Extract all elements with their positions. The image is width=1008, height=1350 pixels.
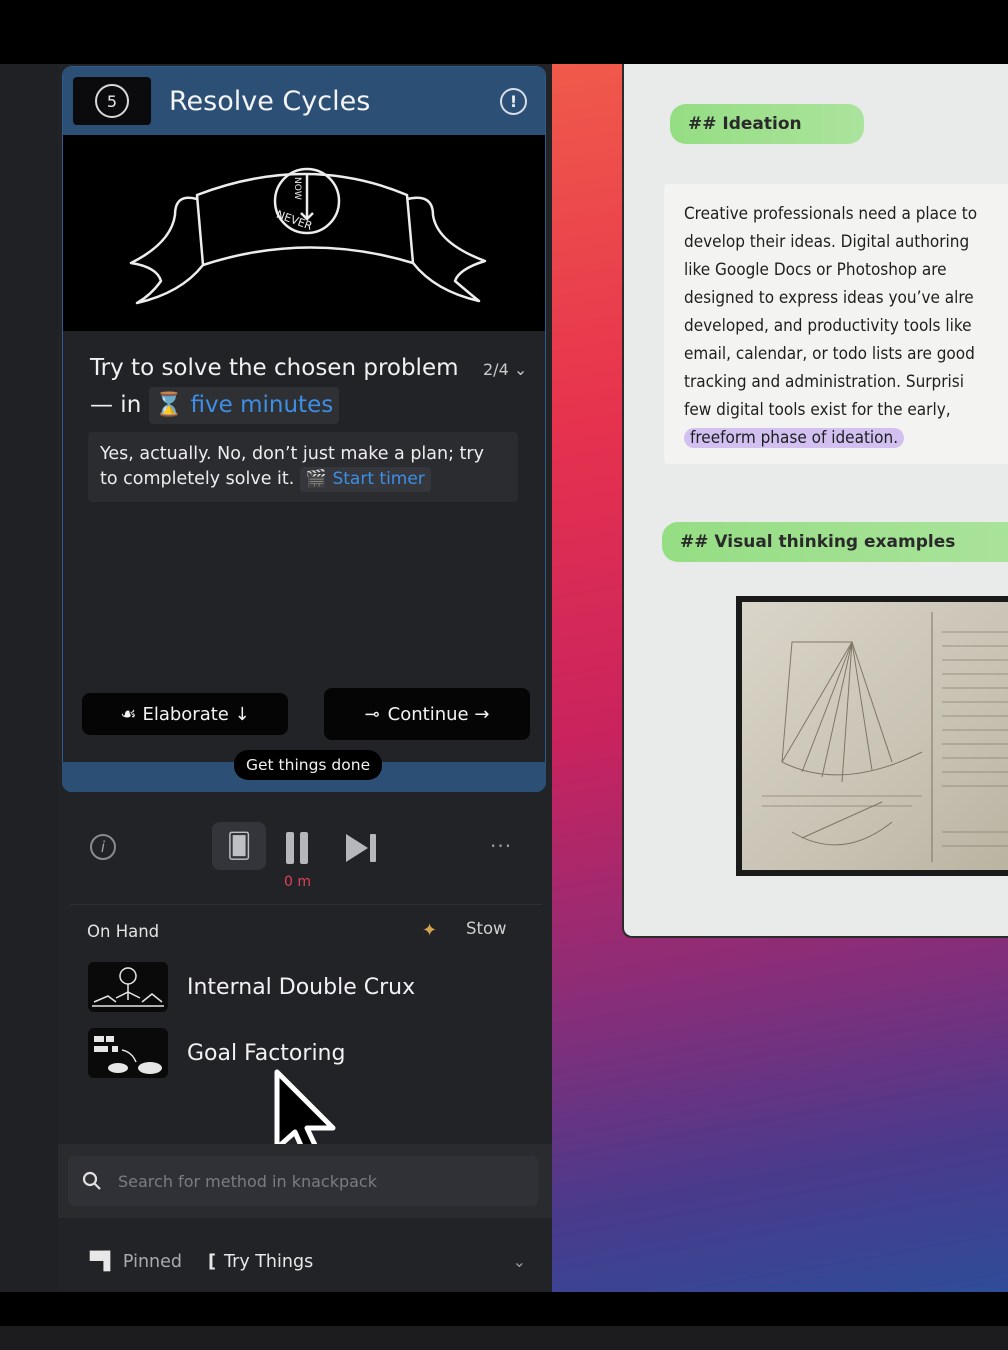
sparkle-icon[interactable]: ✦: [422, 920, 437, 941]
more-options-icon[interactable]: ···: [490, 834, 512, 858]
start-timer-link[interactable]: 🎬 Start timer: [299, 467, 431, 492]
start-timer-label: Start timer: [332, 469, 425, 489]
banner-icon: NOW NEVER: [129, 167, 487, 305]
divider: [70, 904, 542, 905]
clapperboard-icon: 🎬: [305, 469, 328, 489]
method-label: Goal Factoring: [187, 1040, 346, 1066]
method-card: 5 Resolve Cycles ! NOW NEVER: [62, 66, 546, 792]
sketch-image[interactable]: [736, 596, 1008, 876]
continue-label: Continue →: [387, 703, 490, 725]
paragraph-line: email, calendar, or todo lists are good: [684, 344, 975, 364]
duration-chip[interactable]: ⌛ five minutes: [148, 387, 340, 424]
bracket-icon: [: [208, 1252, 217, 1272]
hourglass-icon: ⌛: [154, 392, 184, 418]
duration-label: five minutes: [190, 392, 334, 418]
method-item-internal-double-crux[interactable]: Internal Double Crux: [88, 962, 415, 1012]
paragraph-text[interactable]: Creative professionals need a place to d…: [684, 200, 1008, 452]
elapsed-time: 0 m: [284, 874, 311, 890]
continue-button[interactable]: ⊸ Continue →: [324, 688, 530, 740]
elaborate-button[interactable]: ☙ Elaborate ↓: [82, 693, 288, 735]
paragraph-line: Creative professionals need a place to: [684, 204, 978, 224]
paragraph-line: like Google Docs or Photoshop are: [684, 260, 947, 280]
tab-try-things[interactable]: [ Try Things: [208, 1252, 313, 1272]
timer-box[interactable]: 5: [73, 77, 151, 125]
paragraph-line: develop their ideas. Digital authoring: [684, 232, 970, 252]
svg-text:NOW: NOW: [292, 177, 302, 200]
visual-thinking-heading[interactable]: ## Visual thinking examples: [662, 522, 1008, 562]
search-input[interactable]: [118, 1171, 518, 1191]
on-hand-heading: On Hand: [87, 922, 160, 941]
alert-symbol: !: [509, 91, 518, 111]
elaborate-label: Elaborate ↓: [142, 703, 250, 725]
search-box[interactable]: [68, 1156, 538, 1206]
screen: ## Ideation Creative professionals need …: [0, 0, 1008, 1350]
hint-box: Yes, actually. No, don’t just make a pla…: [88, 432, 518, 502]
alert-icon[interactable]: !: [500, 87, 527, 115]
paragraph-line: few digital tools exist for the early,: [684, 400, 951, 420]
left-gutter: [0, 64, 58, 1292]
paragraph-line: designed to express ideas you’ve alre: [684, 288, 974, 308]
card-prompt: Try to solve the chosen problem — in ⌛ f…: [90, 350, 460, 424]
cards-icon[interactable]: 🂠: [212, 822, 266, 870]
info-icon[interactable]: i: [90, 834, 116, 860]
key-icon: ⊸: [364, 703, 380, 725]
category-tag[interactable]: Get things done: [234, 750, 383, 780]
bottom-tab-bar: ▀▌ Pinned [ Try Things ⌄: [58, 1232, 552, 1292]
pause-button[interactable]: [286, 832, 310, 864]
timer-number: 5: [106, 91, 118, 111]
method-label: Internal Double Crux: [187, 974, 416, 1000]
paragraph-line: tracking and administration. Surprisi: [684, 372, 965, 392]
document-window[interactable]: ## Ideation Creative professionals need …: [622, 64, 1008, 938]
highlighted-text: freeform phase of ideation.: [684, 428, 905, 448]
step-selector[interactable]: 2/4 ⌄: [483, 360, 527, 379]
search-icon: [82, 1171, 102, 1191]
chevron-down-icon[interactable]: ⌄: [513, 1252, 526, 1271]
ideation-heading[interactable]: ## Ideation: [670, 104, 864, 144]
taskbar: [0, 1326, 1008, 1350]
banner-illustration: NOW NEVER: [63, 135, 545, 331]
tab-pinned-label: Pinned: [122, 1252, 183, 1272]
paragraph-line: developed, and productivity tools like: [684, 316, 972, 336]
method-thumbnail: [88, 962, 168, 1012]
skip-next-icon[interactable]: [344, 832, 378, 864]
card-header: 5 Resolve Cycles !: [63, 67, 545, 135]
method-thumbnail: [88, 1028, 168, 1078]
timer-icon[interactable]: 5: [95, 84, 129, 118]
pin-icon: ▀▌: [90, 1252, 117, 1272]
figure-icon: ☙: [120, 703, 137, 725]
tab-pinned[interactable]: ▀▌ Pinned: [90, 1252, 182, 1272]
tab-try-label: Try Things: [224, 1252, 314, 1272]
stow-button[interactable]: Stow: [466, 919, 507, 938]
card-title: Resolve Cycles: [169, 85, 371, 117]
